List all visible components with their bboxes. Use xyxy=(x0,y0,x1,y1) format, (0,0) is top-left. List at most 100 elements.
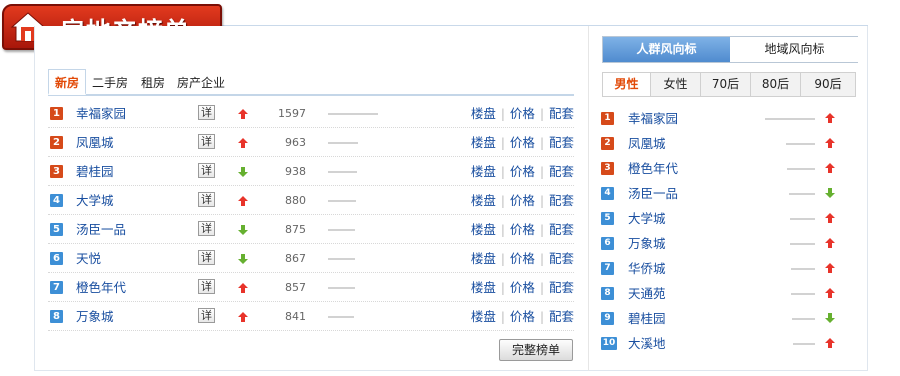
estate-name-link[interactable]: 幸福家园 xyxy=(628,106,678,131)
row-links: 楼盘 | 价格 | 配套 xyxy=(471,273,574,303)
detail-button[interactable]: 详 xyxy=(198,279,215,294)
detail-button[interactable]: 详 xyxy=(198,105,215,120)
price-link[interactable]: 价格 xyxy=(510,135,535,150)
rank-badge: 5 xyxy=(601,212,614,225)
estate-name-link[interactable]: 大学城 xyxy=(628,206,666,231)
attention-bar xyxy=(786,143,815,145)
attention-bar xyxy=(328,113,378,115)
table-row: 4 大学城 详 880 楼盘 | 价格 | 配套 xyxy=(48,186,574,215)
attention-bar xyxy=(789,193,815,195)
attention-value: 1597 xyxy=(278,107,306,120)
peitao-link[interactable]: 配套 xyxy=(549,280,574,295)
peitao-link[interactable]: 配套 xyxy=(549,135,574,150)
tab-region-indicator[interactable]: 地域风向标 xyxy=(731,37,858,62)
table-row: 2 凤凰城 详 963 楼盘 | 价格 | 配套 xyxy=(48,128,574,157)
estate-name-link[interactable]: 橙色年代 xyxy=(628,156,678,181)
estate-name-link[interactable]: 幸福家园 xyxy=(76,99,126,128)
subtab-80s[interactable]: 80后 xyxy=(751,73,801,96)
subtab-female[interactable]: 女性 xyxy=(651,73,701,96)
detail-button[interactable]: 详 xyxy=(198,134,215,149)
estate-name-link[interactable]: 碧桂园 xyxy=(628,306,666,331)
price-link[interactable]: 价格 xyxy=(510,251,535,266)
rank-badge: 6 xyxy=(601,237,614,250)
peitao-link[interactable]: 配套 xyxy=(549,164,574,179)
loupan-link[interactable]: 楼盘 xyxy=(471,164,496,179)
tab-real-estate-companies[interactable]: 房产企业 xyxy=(177,70,225,96)
subtab-90s[interactable]: 90后 xyxy=(801,73,855,96)
estate-name-link[interactable]: 碧桂园 xyxy=(76,157,114,186)
tab-new-homes[interactable]: 新房 xyxy=(48,69,87,95)
table-row: 1 幸福家园 详 1597 楼盘 | 价格 | 配套 xyxy=(48,99,574,128)
subtab-70s[interactable]: 70后 xyxy=(701,73,751,96)
rank-badge: 8 xyxy=(601,287,614,300)
peitao-link[interactable]: 配套 xyxy=(549,251,574,266)
peitao-link[interactable]: 配套 xyxy=(549,309,574,324)
estate-name-link[interactable]: 汤臣一品 xyxy=(76,215,126,244)
link-separator: | xyxy=(500,136,505,150)
subtab-male[interactable]: 男性 xyxy=(603,73,651,96)
rank-badge: 2 xyxy=(601,137,614,150)
tab-rental[interactable]: 租房 xyxy=(141,70,165,96)
peitao-link[interactable]: 配套 xyxy=(549,106,574,121)
detail-button[interactable]: 详 xyxy=(198,308,215,323)
estate-name-link[interactable]: 大学城 xyxy=(76,186,114,215)
rank-badge: 3 xyxy=(601,162,614,175)
attention-bar xyxy=(328,316,354,318)
arrow-up-icon xyxy=(825,238,835,248)
loupan-link[interactable]: 楼盘 xyxy=(471,106,496,121)
detail-button[interactable]: 详 xyxy=(198,192,215,207)
peitao-link[interactable]: 配套 xyxy=(549,222,574,237)
attention-bar xyxy=(328,229,355,231)
loupan-link[interactable]: 楼盘 xyxy=(471,309,496,324)
link-separator: | xyxy=(539,281,544,295)
loupan-link[interactable]: 楼盘 xyxy=(471,222,496,237)
link-separator: | xyxy=(539,223,544,237)
loupan-link[interactable]: 楼盘 xyxy=(471,193,496,208)
link-separator: | xyxy=(500,310,505,324)
price-link[interactable]: 价格 xyxy=(510,280,535,295)
estate-name-link[interactable]: 万象城 xyxy=(76,302,114,331)
loupan-link[interactable]: 楼盘 xyxy=(471,251,496,266)
list-item: 9 碧桂园 xyxy=(600,306,850,331)
rank-badge: 1 xyxy=(601,112,614,125)
price-link[interactable]: 价格 xyxy=(510,106,535,121)
price-link[interactable]: 价格 xyxy=(510,222,535,237)
peitao-link[interactable]: 配套 xyxy=(549,193,574,208)
list-item: 3 橙色年代 xyxy=(600,156,850,181)
estate-name-link[interactable]: 天悦 xyxy=(76,244,101,273)
list-item: 2 凤凰城 xyxy=(600,131,850,156)
table-row: 5 汤臣一品 详 875 楼盘 | 价格 | 配套 xyxy=(48,215,574,244)
detail-button[interactable]: 详 xyxy=(198,163,215,178)
estate-name-link[interactable]: 凤凰城 xyxy=(76,128,114,157)
attention-value: 841 xyxy=(285,310,306,323)
row-links: 楼盘 | 价格 | 配套 xyxy=(471,157,574,187)
estate-name-link[interactable]: 汤臣一品 xyxy=(628,181,678,206)
tab-audience-indicator[interactable]: 人群风向标 xyxy=(603,37,730,62)
estate-name-link[interactable]: 橙色年代 xyxy=(76,273,126,302)
price-link[interactable]: 价格 xyxy=(510,309,535,324)
estate-name-link[interactable]: 凤凰城 xyxy=(628,131,666,156)
arrow-down-icon xyxy=(238,225,248,235)
loupan-link[interactable]: 楼盘 xyxy=(471,135,496,150)
price-link[interactable]: 价格 xyxy=(510,193,535,208)
arrow-down-icon xyxy=(238,254,248,264)
attention-bar xyxy=(328,287,355,289)
detail-button[interactable]: 详 xyxy=(198,221,215,236)
estate-name-link[interactable]: 万象城 xyxy=(628,231,666,256)
estate-name-link[interactable]: 华侨城 xyxy=(628,256,666,281)
tab-second-hand[interactable]: 二手房 xyxy=(92,70,128,96)
arrow-up-icon xyxy=(238,109,248,119)
list-item: 6 万象城 xyxy=(600,231,850,256)
link-separator: | xyxy=(539,310,544,324)
link-separator: | xyxy=(539,165,544,179)
link-separator: | xyxy=(539,252,544,266)
full-ranking-button[interactable]: 完整榜单 xyxy=(499,339,573,361)
estate-name-link[interactable]: 大溪地 xyxy=(628,331,666,356)
attention-bar xyxy=(791,268,815,270)
link-separator: | xyxy=(500,165,505,179)
rank-badge: 4 xyxy=(601,187,614,200)
price-link[interactable]: 价格 xyxy=(510,164,535,179)
loupan-link[interactable]: 楼盘 xyxy=(471,280,496,295)
detail-button[interactable]: 详 xyxy=(198,250,215,265)
estate-name-link[interactable]: 天通苑 xyxy=(628,281,666,306)
